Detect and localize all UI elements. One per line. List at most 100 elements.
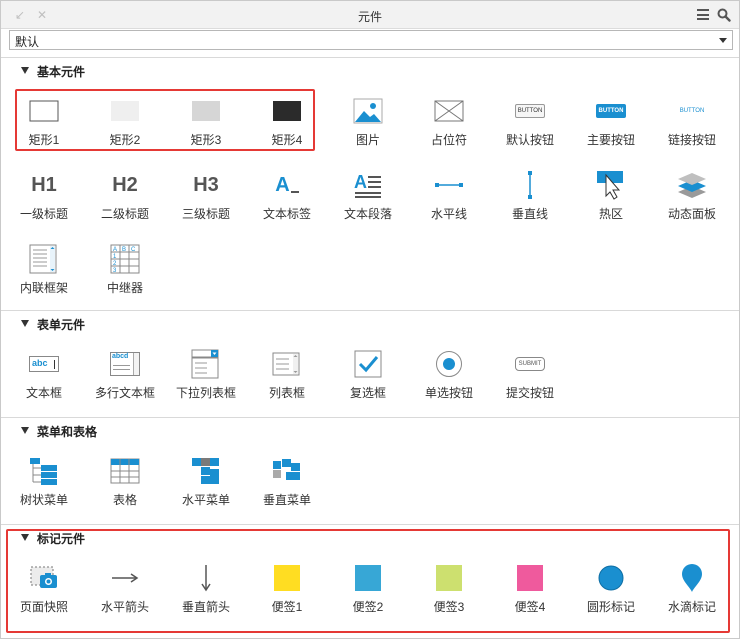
widget-label: 文本标签 bbox=[262, 207, 311, 221]
section-form-widgets: 表单元件 abc 文本框 abcd 多行文本框 下拉列表框 列表框 复选框 单选… bbox=[1, 310, 739, 415]
widget-placeholder[interactable]: 占位符 bbox=[409, 96, 489, 158]
hamburger-menu-icon[interactable] bbox=[697, 9, 709, 20]
text-field-icon: abc bbox=[28, 349, 60, 379]
widget-label: 默认按钮 bbox=[505, 133, 554, 147]
widget-label: 树状菜单 bbox=[19, 493, 68, 507]
svg-text:A: A bbox=[113, 247, 117, 253]
widget-label: 链接按钮 bbox=[667, 133, 716, 147]
widget-horizontal-line[interactable]: 水平线 bbox=[409, 170, 489, 232]
droplist-icon bbox=[190, 349, 222, 379]
widget-label: 垂直菜单 bbox=[262, 493, 311, 507]
svg-text:C: C bbox=[131, 247, 136, 253]
collapse-triangle-icon bbox=[21, 320, 29, 327]
widget-h3[interactable]: H3 三级标题 bbox=[166, 170, 246, 232]
listbox-icon bbox=[271, 349, 303, 379]
widget-label: 提交按钮 bbox=[505, 386, 554, 400]
dynamic-panel-icon bbox=[676, 170, 708, 200]
widget-label: 二级标题 bbox=[100, 207, 149, 221]
widget-checkbox[interactable]: 复选框 bbox=[328, 349, 408, 411]
link-button-icon: BUTTON bbox=[675, 96, 709, 126]
h2-icon: H2 bbox=[112, 173, 138, 196]
widget-textarea[interactable]: abcd 多行文本框 bbox=[85, 349, 165, 411]
text-label-icon: A bbox=[271, 170, 303, 200]
widget-label: 表格 bbox=[112, 493, 137, 507]
h1-icon: H1 bbox=[31, 173, 57, 196]
section-title: 表单元件 bbox=[37, 318, 86, 332]
widget-text-paragraph[interactable]: A 文本段落 bbox=[328, 170, 408, 232]
widget-label: 单选按钮 bbox=[424, 386, 473, 400]
widget-label: 多行文本框 bbox=[94, 386, 155, 400]
widget-label: 列表框 bbox=[268, 386, 305, 400]
widget-image[interactable]: 图片 bbox=[328, 96, 408, 158]
widget-label: 垂直线 bbox=[511, 207, 548, 221]
widget-radio-button[interactable]: 单选按钮 bbox=[409, 349, 489, 411]
widget-primary-button[interactable]: BUTTON 主要按钮 bbox=[571, 96, 651, 158]
widget-library-panel: ↙ ✕ 元件 默认 基本元件 矩形1 矩形2 矩形3 矩形4 图片 占位符 BU… bbox=[0, 0, 740, 639]
widget-tree-menu[interactable]: 树状菜单 bbox=[4, 456, 84, 518]
primary-button-icon: BUTTON bbox=[594, 96, 628, 126]
widget-repeater[interactable]: ABC123 中继器 bbox=[85, 244, 165, 306]
section-title: 菜单和表格 bbox=[37, 425, 98, 439]
widget-horizontal-menu[interactable]: 水平菜单 bbox=[166, 456, 246, 518]
textarea-icon: abcd bbox=[109, 349, 141, 379]
widget-label: 复选框 bbox=[349, 386, 386, 400]
highlight-box bbox=[15, 89, 315, 151]
widget-label: 文本段落 bbox=[343, 207, 392, 221]
h3-icon: H3 bbox=[193, 173, 219, 196]
widget-label: 占位符 bbox=[430, 133, 467, 147]
checkbox-icon bbox=[352, 349, 384, 379]
table-icon bbox=[109, 456, 141, 486]
widget-inline-frame[interactable]: 内联框架 bbox=[4, 244, 84, 306]
widget-label: 中继器 bbox=[106, 281, 143, 295]
hotspot-icon bbox=[595, 170, 627, 200]
search-icon[interactable] bbox=[717, 8, 731, 22]
widget-label: 主要按钮 bbox=[586, 133, 635, 147]
widget-label: 下拉列表框 bbox=[175, 386, 236, 400]
default-button-icon: BUTTON bbox=[513, 96, 547, 126]
vertical-menu-icon bbox=[271, 456, 303, 486]
collapse-triangle-icon bbox=[21, 67, 29, 74]
library-select[interactable]: 默认 bbox=[9, 30, 733, 50]
widget-hotspot[interactable]: 热区 bbox=[571, 170, 651, 232]
panel-title: 元件 bbox=[357, 10, 382, 24]
widget-label: 内联框架 bbox=[19, 281, 68, 295]
image-icon bbox=[352, 96, 384, 126]
widget-label: 三级标题 bbox=[181, 207, 230, 221]
widget-droplist[interactable]: 下拉列表框 bbox=[166, 349, 246, 411]
widget-submit-button[interactable]: SUBMIT 提交按钮 bbox=[490, 349, 570, 411]
widget-label: 热区 bbox=[598, 207, 623, 221]
widget-label: 一级标题 bbox=[19, 207, 68, 221]
widget-vertical-line[interactable]: 垂直线 bbox=[490, 170, 570, 232]
widget-text-field[interactable]: abc 文本框 bbox=[4, 349, 84, 411]
widget-label: 图片 bbox=[355, 133, 380, 147]
text-paragraph-icon: A bbox=[352, 170, 384, 200]
section-basic-widgets: 基本元件 矩形1 矩形2 矩形3 矩形4 图片 占位符 BUTTON 默认按钮 … bbox=[1, 57, 739, 309]
panel-titlebar: ↙ ✕ 元件 bbox=[1, 1, 739, 29]
widget-default-button[interactable]: BUTTON 默认按钮 bbox=[490, 96, 570, 158]
chevron-down-icon bbox=[719, 38, 727, 43]
section-menus-tables: 菜单和表格 树状菜单 表格 水平菜单 垂直菜单 bbox=[1, 417, 739, 522]
widget-label: 动态面板 bbox=[667, 207, 716, 221]
svg-text:B: B bbox=[122, 247, 126, 253]
widget-text-label[interactable]: A 文本标签 bbox=[247, 170, 327, 232]
tree-menu-icon bbox=[28, 456, 60, 486]
library-select-value: 默认 bbox=[15, 35, 40, 49]
widget-link-button[interactable]: BUTTON 链接按钮 bbox=[652, 96, 732, 158]
section-markup-widgets: 标记元件 页面快照 水平箭头 垂直箭头 便签1 便签2 便签3 便签4 圆形标记… bbox=[1, 524, 739, 636]
widget-label: 水平线 bbox=[430, 207, 467, 221]
widget-h2[interactable]: H2 二级标题 bbox=[85, 170, 165, 232]
placeholder-icon bbox=[433, 96, 465, 126]
horizontal-menu-icon bbox=[190, 456, 222, 486]
highlight-box bbox=[6, 529, 730, 633]
submit-button-icon: SUBMIT bbox=[513, 349, 547, 379]
default-button-icon-text: BUTTON bbox=[515, 104, 545, 118]
widget-dynamic-panel[interactable]: 动态面板 bbox=[652, 170, 732, 232]
inline-frame-icon bbox=[28, 244, 60, 274]
section-title: 基本元件 bbox=[37, 65, 86, 79]
widget-table[interactable]: 表格 bbox=[85, 456, 165, 518]
widget-label: 文本框 bbox=[25, 386, 62, 400]
widget-vertical-menu[interactable]: 垂直菜单 bbox=[247, 456, 327, 518]
widget-listbox[interactable]: 列表框 bbox=[247, 349, 327, 411]
repeater-icon: ABC123 bbox=[109, 244, 141, 274]
widget-h1[interactable]: H1 一级标题 bbox=[4, 170, 84, 232]
